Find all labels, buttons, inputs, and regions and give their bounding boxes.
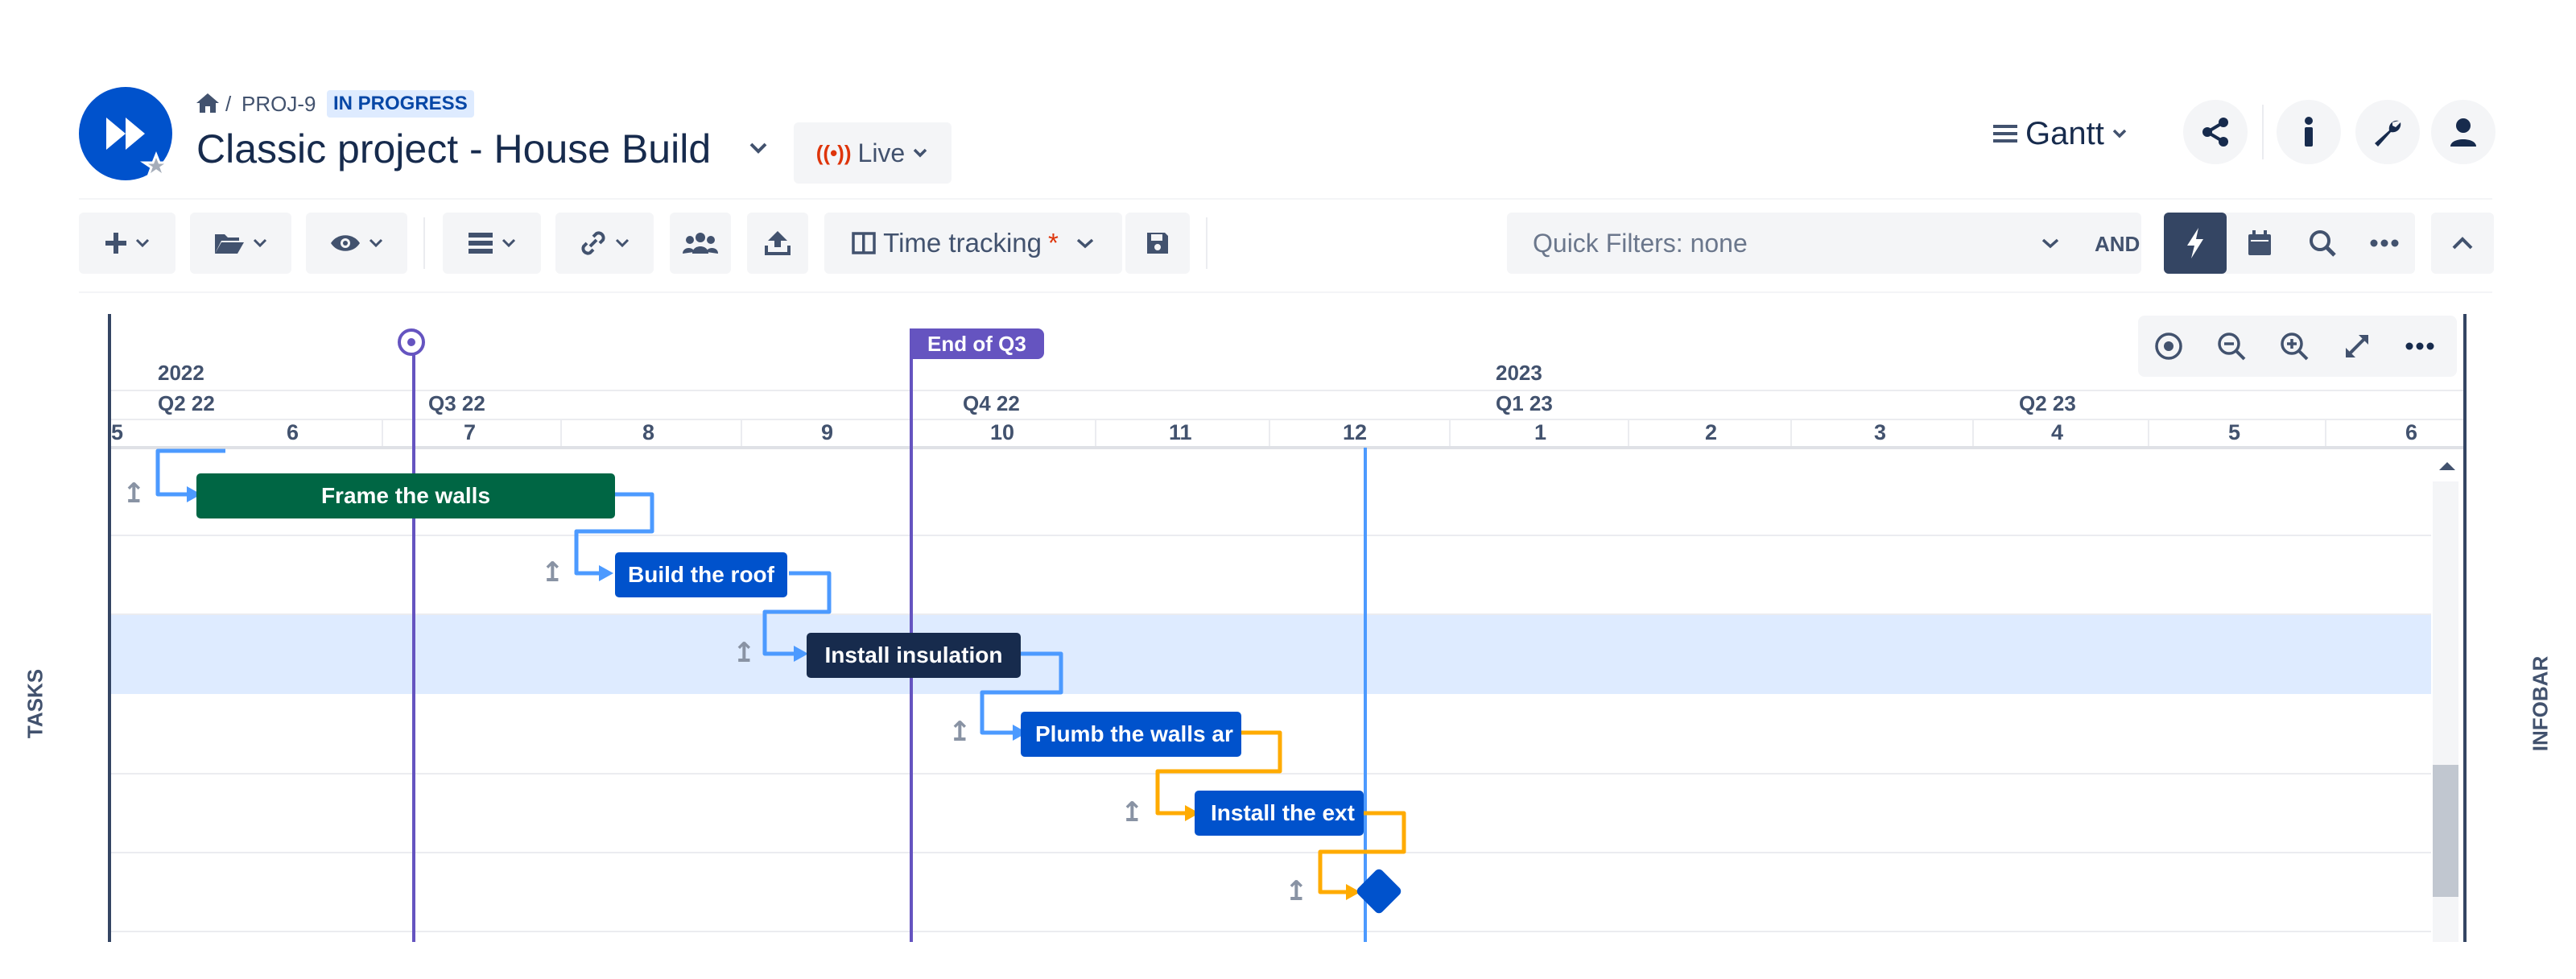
task-bar[interactable]: Frame the walls (196, 473, 615, 518)
parent-task-icon[interactable]: ↥ (948, 718, 972, 746)
task-bar[interactable]: Install the ext (1195, 791, 1364, 836)
task-bar-label: Frame the walls (320, 483, 491, 508)
link-arrowhead (599, 565, 613, 581)
task-bar[interactable]: Plumb the walls ar (1021, 712, 1241, 757)
task-bar[interactable]: Install insulation (807, 633, 1021, 678)
parent-task-icon[interactable]: ↥ (541, 559, 564, 586)
vertical-scrollbar-thumb[interactable] (2433, 765, 2458, 897)
task-bar-label: Plumb the walls ar (1035, 721, 1233, 746)
task-bar[interactable]: Build the roof (615, 552, 787, 597)
parent-task-icon[interactable]: ↥ (122, 480, 146, 507)
parent-task-icon[interactable]: ↥ (1121, 799, 1144, 826)
task-bar-label: Install the ext (1211, 800, 1355, 825)
task-bar-label: Build the roof (628, 562, 774, 587)
scroll-up-arrow[interactable] (2436, 459, 2458, 477)
parent-task-icon[interactable]: ↥ (1285, 878, 1308, 905)
task-bar-label: Install insulation (824, 642, 1003, 667)
parent-task-icon[interactable]: ↥ (733, 639, 756, 667)
